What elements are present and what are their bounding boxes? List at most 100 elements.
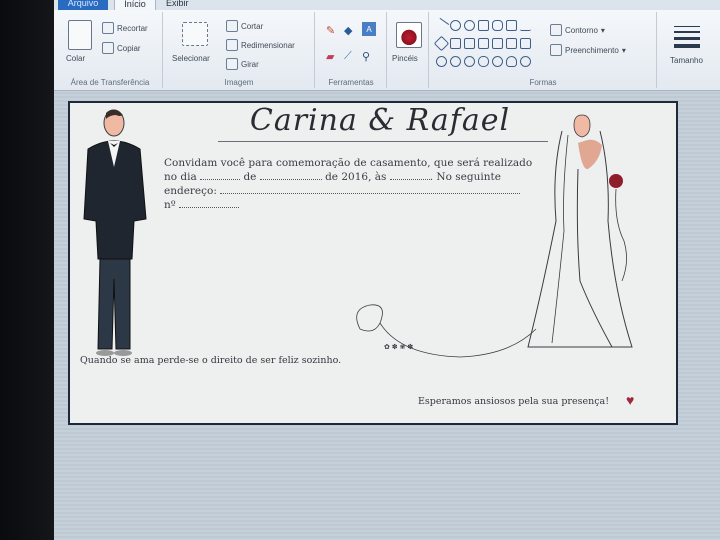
brush-icon[interactable] bbox=[396, 22, 422, 48]
love-quote: Quando se ama perde-se o direito de ser … bbox=[80, 355, 342, 366]
pencil-icon[interactable]: ✎ bbox=[326, 24, 335, 37]
eraser-icon[interactable]: ▰ bbox=[326, 50, 334, 63]
fill-label: Preenchimento bbox=[565, 45, 619, 55]
rounded-rect-shape-icon[interactable] bbox=[492, 20, 503, 31]
month-blank bbox=[259, 170, 322, 180]
rotate-icon bbox=[226, 58, 238, 70]
invite-line-4: nº bbox=[164, 198, 546, 212]
arrow-down-shape-icon[interactable] bbox=[520, 38, 531, 49]
group-tools: ✎ ◆ A ▰ ⟋ ⚲ Ferramentas bbox=[316, 12, 387, 88]
copy-icon bbox=[102, 42, 114, 54]
outline-label: Contorno bbox=[565, 25, 598, 35]
text-tool-icon[interactable]: A bbox=[362, 22, 376, 36]
invite-line-2: no dia de de 2016, às . No seguinte bbox=[164, 170, 546, 184]
size-button[interactable]: Tamanho bbox=[670, 56, 703, 65]
size-label: Tamanho bbox=[670, 56, 703, 65]
arrow-right-shape-icon[interactable] bbox=[478, 38, 489, 49]
fill-bucket-icon[interactable]: ◆ bbox=[344, 24, 352, 37]
select-button[interactable]: Selecionar bbox=[172, 54, 210, 63]
rectangle-shape-icon[interactable] bbox=[478, 20, 489, 31]
paste-icon[interactable] bbox=[68, 20, 92, 50]
group-label-shapes: Formas bbox=[529, 78, 557, 87]
bride-illustration bbox=[527, 114, 633, 348]
crop-button[interactable]: Cortar bbox=[226, 20, 263, 32]
tab-view[interactable]: Exibir bbox=[166, 0, 189, 10]
cloud-callout-shape-icon[interactable] bbox=[506, 56, 517, 67]
star6-shape-icon[interactable] bbox=[464, 56, 475, 67]
triangle-shape-icon[interactable] bbox=[520, 20, 531, 31]
group-label-clipboard: Área de Transferência bbox=[70, 78, 150, 87]
groom-illustration bbox=[83, 109, 147, 356]
crop-label: Cortar bbox=[241, 21, 264, 31]
curve-shape-icon[interactable] bbox=[450, 20, 461, 31]
day-blank bbox=[200, 170, 241, 180]
diamond-shape-icon[interactable] bbox=[433, 35, 450, 52]
number-blank bbox=[179, 198, 240, 208]
title-rule bbox=[218, 141, 548, 142]
group-shapes: Contorno ▾ Preenchimento ▾ Formas bbox=[430, 12, 657, 88]
oval-shape-icon[interactable] bbox=[464, 20, 475, 31]
magnifier-icon[interactable]: ⚲ bbox=[362, 50, 370, 63]
invite-line-2-d: . No seguinte bbox=[429, 171, 501, 183]
group-clipboard: Colar Recortar Copiar Área de Transferên… bbox=[58, 12, 163, 88]
paint-window: Arquivo Início Exibir Colar Recortar Cop… bbox=[54, 0, 720, 540]
tab-file[interactable]: Arquivo bbox=[58, 0, 108, 10]
resize-button[interactable]: Redimensionar bbox=[226, 39, 295, 51]
star4-shape-icon[interactable] bbox=[436, 56, 447, 67]
group-size: Tamanho bbox=[658, 12, 718, 88]
callout-rect-shape-icon[interactable] bbox=[478, 56, 489, 67]
group-image: Selecionar Cortar Redimensionar Girar Im… bbox=[164, 12, 315, 88]
line-shape-icon[interactable] bbox=[433, 17, 450, 34]
paste-button[interactable]: Colar bbox=[66, 54, 85, 63]
group-label-image: Imagem bbox=[224, 78, 254, 87]
heart-shape-icon[interactable] bbox=[520, 56, 531, 67]
color-picker-icon[interactable]: ⟋ bbox=[344, 50, 352, 63]
fill-icon bbox=[550, 44, 562, 56]
svg-text:✿ ✽ ❀ ✽: ✿ ✽ ❀ ✽ bbox=[384, 343, 413, 351]
scissors-icon bbox=[102, 22, 114, 34]
copy-label: Copiar bbox=[117, 43, 141, 53]
rotate-label: Girar bbox=[241, 59, 259, 69]
rotate-button[interactable]: Girar bbox=[226, 58, 259, 70]
group-brushes: Pincéis bbox=[388, 12, 429, 88]
invite-line-2-a: no dia bbox=[164, 171, 197, 183]
canvas-area[interactable]: ✿ ✽ ❀ ✽ Carina & Rafael Convidam você pa… bbox=[54, 91, 720, 540]
pentagon-shape-icon[interactable] bbox=[450, 38, 461, 49]
invite-line-2-b: de bbox=[243, 171, 257, 183]
invitation-text: Convidam você para comemoração de casame… bbox=[164, 157, 546, 212]
arrow-up-shape-icon[interactable] bbox=[506, 38, 517, 49]
resize-label: Redimensionar bbox=[241, 40, 295, 50]
chevron-down-icon: ▾ bbox=[621, 45, 626, 55]
couple-names-title: Carina & Rafael bbox=[249, 103, 511, 138]
invite-line-3: endereço: bbox=[164, 184, 546, 198]
chevron-down-icon: ▾ bbox=[600, 25, 605, 35]
time-blank bbox=[389, 170, 430, 180]
select-label: Selecionar bbox=[172, 54, 210, 63]
polygon-shape-icon[interactable] bbox=[506, 20, 517, 31]
invitation-card[interactable]: ✿ ✽ ❀ ✽ Carina & Rafael Convidam você pa… bbox=[68, 101, 678, 425]
decorative-swirl: ✿ ✽ ❀ ✽ bbox=[356, 304, 537, 358]
group-label-tools: Ferramentas bbox=[328, 78, 374, 87]
crop-icon bbox=[226, 20, 238, 32]
callout-oval-shape-icon[interactable] bbox=[492, 56, 503, 67]
heart-icon: ♥ bbox=[626, 392, 635, 408]
brushes-label: Pincéis bbox=[392, 54, 418, 63]
brushes-button[interactable]: Pincéis bbox=[392, 54, 418, 63]
line-width-icon[interactable] bbox=[674, 26, 700, 48]
ribbon: Colar Recortar Copiar Área de Transferên… bbox=[54, 10, 720, 91]
star5-shape-icon[interactable] bbox=[450, 56, 461, 67]
fill-dropdown[interactable]: Preenchimento ▾ bbox=[550, 44, 626, 56]
address-blank bbox=[220, 184, 521, 194]
closing-line: Esperamos ansiosos pela sua presença! bbox=[418, 396, 610, 407]
invite-line-3-text: endereço: bbox=[164, 185, 217, 197]
copy-button[interactable]: Copiar bbox=[102, 42, 141, 54]
ribbon-tab-bar: Arquivo Início Exibir bbox=[54, 0, 720, 11]
outline-dropdown[interactable]: Contorno ▾ bbox=[550, 24, 605, 36]
resize-icon bbox=[226, 39, 238, 51]
cut-button[interactable]: Recortar bbox=[102, 22, 148, 34]
select-icon[interactable] bbox=[182, 22, 208, 46]
arrow-left-shape-icon[interactable] bbox=[492, 38, 503, 49]
hexagon-shape-icon[interactable] bbox=[464, 38, 475, 49]
cut-label: Recortar bbox=[117, 23, 148, 33]
paste-label: Colar bbox=[66, 54, 86, 63]
